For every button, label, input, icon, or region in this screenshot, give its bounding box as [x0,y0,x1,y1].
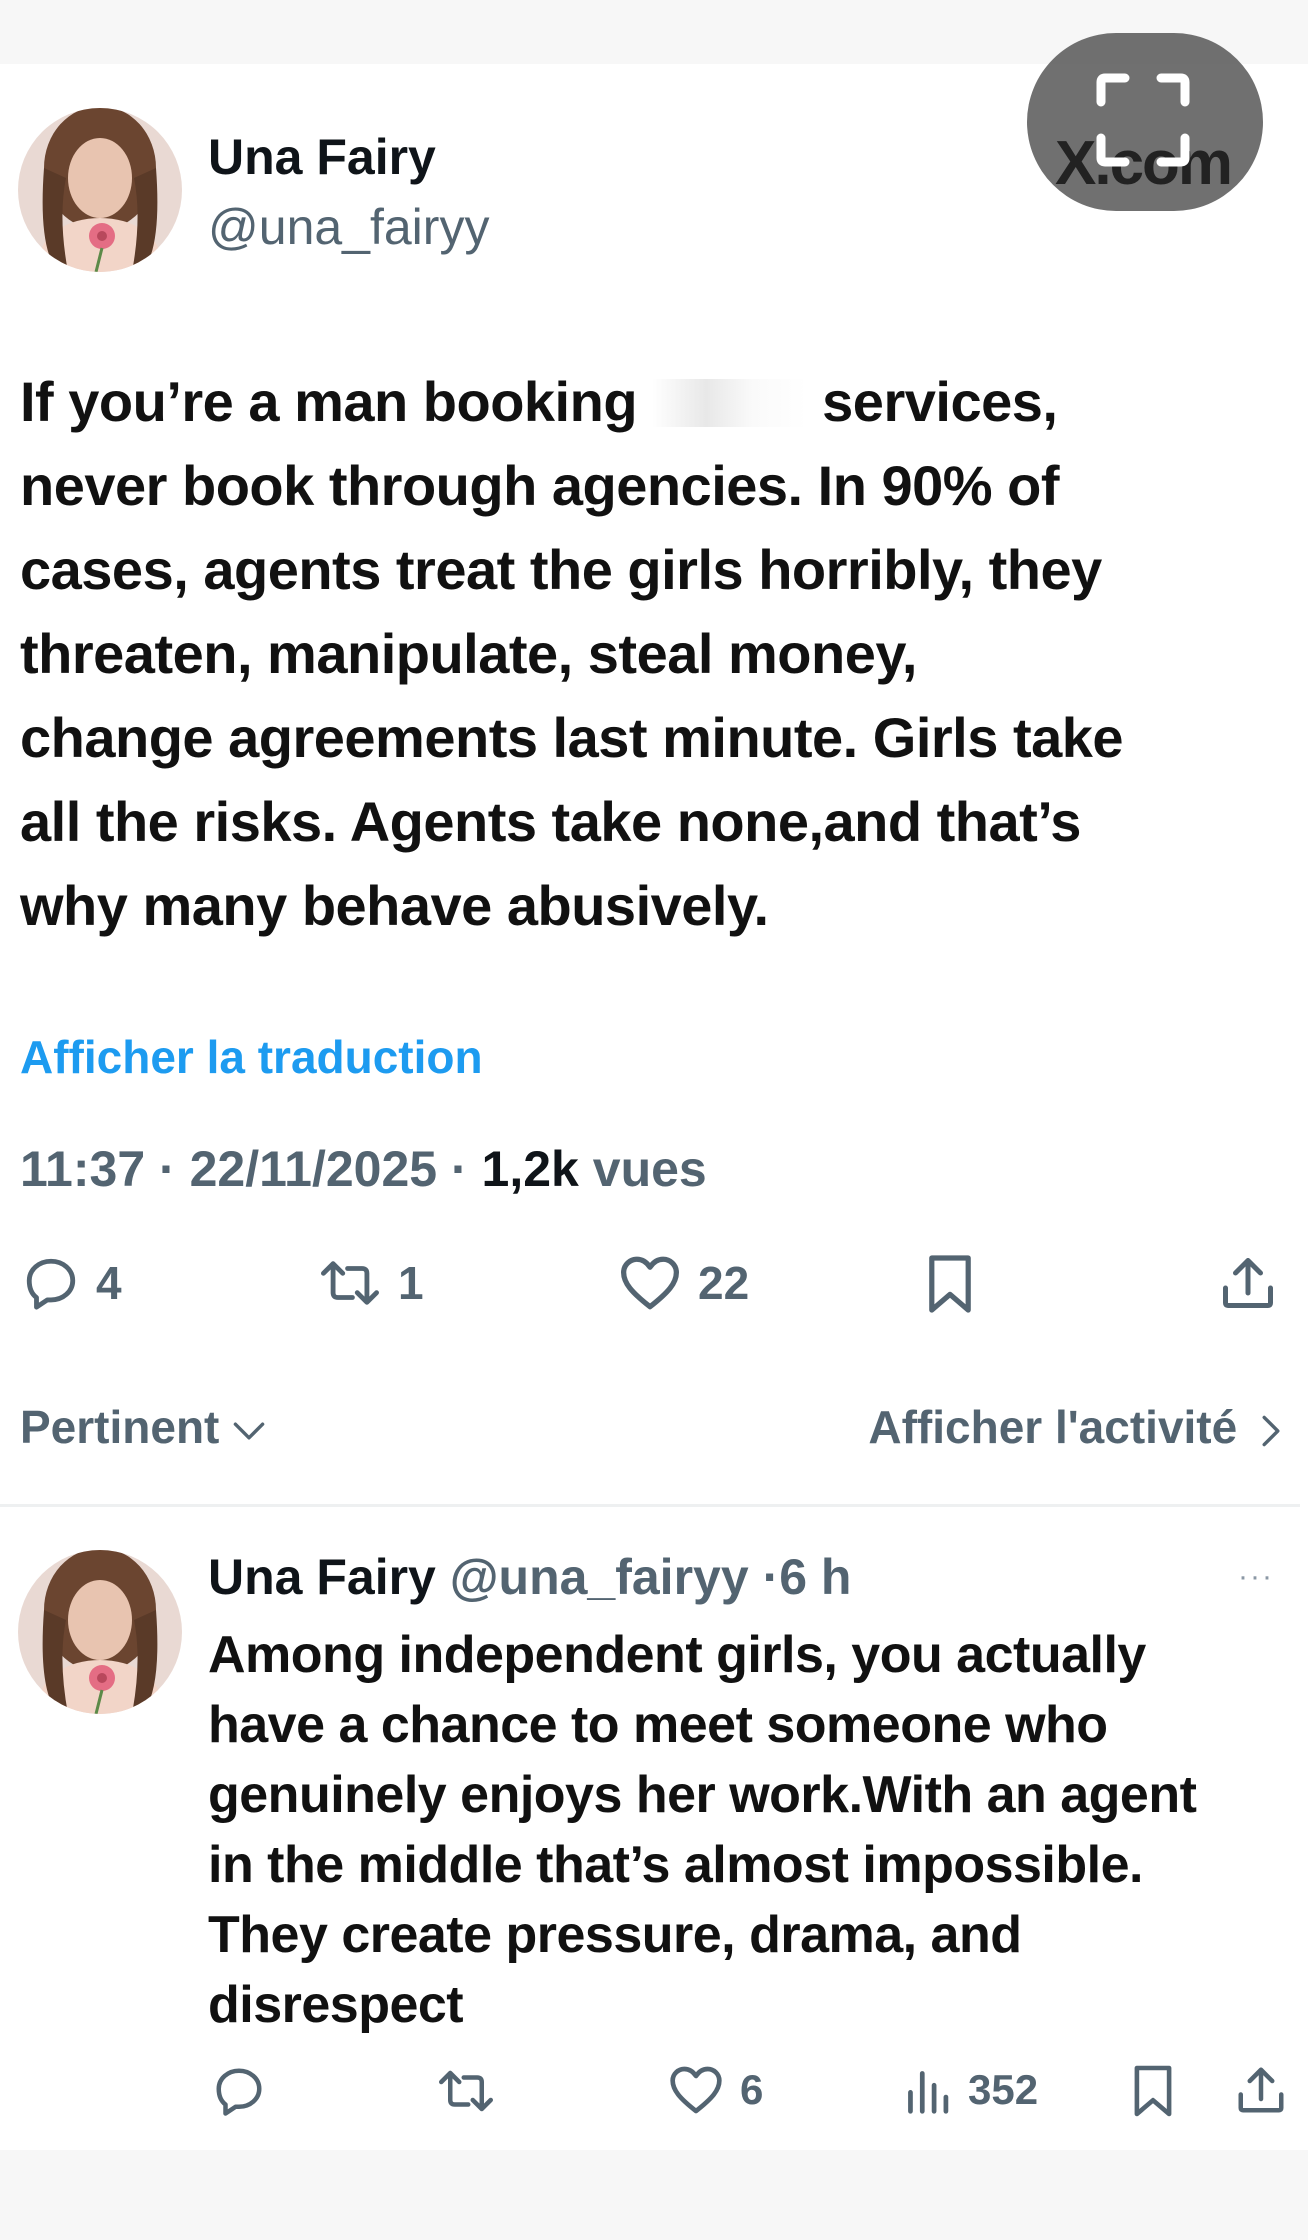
reply-like-count: 6 [740,2066,764,2113]
reply-author-name[interactable]: Una Fairy [208,1549,436,1605]
author-handle[interactable]: @una_fairyy [208,198,489,256]
author-name[interactable]: Una Fairy [208,128,436,186]
comment-icon [216,2068,262,2116]
repost-button[interactable]: 1 [318,1254,424,1312]
reply-line: in the middle that’s almost impossible. [208,1836,1143,1894]
repost-count: 1 [398,1257,424,1309]
reply-button[interactable]: 4 [22,1254,122,1312]
reply-author-handle[interactable]: @una_fairyy [450,1549,749,1605]
tweet-line: change agreements last minute. Girls tak… [20,706,1124,769]
fullscreen-icon[interactable] [1095,72,1191,173]
like-button[interactable]: 22 [618,1254,749,1312]
repost-icon [439,2070,493,2112]
tweet-body: If you’re a man booking services, never … [20,360,1290,948]
sort-dropdown[interactable]: Pertinent [20,1400,266,1454]
chevron-right-icon [1262,1415,1280,1447]
reply-views-count: 352 [968,2066,1039,2113]
tweet-time[interactable]: 11:37 [20,1141,145,1197]
tweet-line-1b: services, [822,370,1058,433]
tweet-line-1a: If you’re a man booking [20,370,638,433]
views-count: 1,2k [481,1141,579,1197]
reply-bookmark-button[interactable] [1130,2062,1176,2120]
share-icon [1223,1258,1273,1308]
reply-views-button[interactable]: 352 [902,2064,1038,2116]
separator: · [450,1141,482,1197]
reply-age[interactable]: 6 h [779,1549,851,1605]
show-activity-link[interactable]: Afficher l'activité [868,1400,1282,1454]
separator: · [762,1549,780,1605]
separator: · [159,1141,190,1197]
bookmark-icon [1134,2065,1172,2117]
avatar[interactable] [18,108,182,272]
reply-line: Among independent girls, you actually [208,1626,1146,1684]
tweet-line: cases, agents treat the girls horribly, … [20,538,1102,601]
show-translation-link[interactable]: Afficher la traduction [20,1030,483,1084]
tweet-line: threaten, manipulate, steal money, [20,622,917,685]
reply-repost-button[interactable] [436,2064,496,2118]
tweet-line: never book through agencies. In 90% of [20,454,1059,517]
chevron-down-icon [233,1422,265,1440]
views-label: vues [592,1141,707,1197]
reply-header: Una Fairy @una_fairyy ·6 h [208,1548,851,1606]
tweet-line: If you’re a man booking services, [20,360,1290,444]
reply-body: Among independent girls, you actually ha… [208,1620,1288,2040]
heart-icon [621,1256,679,1310]
share-button[interactable] [1218,1252,1278,1314]
comment-icon [26,1258,76,1310]
reply-line: They create pressure, drama, and [208,1906,1022,1964]
reply-line: genuinely enjoys her work.With an agent [208,1766,1197,1824]
bookmark-icon [929,1255,971,1313]
reply-line: have a chance to meet someone who [208,1696,1108,1754]
redacted-word [652,379,808,427]
tweet-line: why many behave abusively. [20,874,769,937]
tweet-meta: 11:37 · 22/11/2025 · 1,2k vues [20,1140,707,1198]
reply-share-button[interactable] [1234,2062,1288,2118]
heart-icon [670,2066,722,2114]
reply-like-button[interactable]: 6 [668,2064,763,2116]
reply-line: disrespect [208,1976,464,2034]
share-icon [1238,2067,1284,2113]
bookmark-button[interactable] [924,1252,976,1316]
views-icon [908,2071,949,2114]
tweet-date[interactable]: 22/11/2025 [190,1141,438,1197]
repost-icon [320,1261,379,1305]
bottom-band [0,2150,1308,2240]
reply-avatar[interactable] [18,1550,182,1714]
sort-label: Pertinent [20,1401,220,1453]
divider [0,1504,1300,1507]
show-activity-label: Afficher l'activité [868,1401,1238,1453]
tweet-line: all the risks. Agents take none,and that… [20,790,1081,853]
reply-count: 4 [96,1257,122,1309]
like-count: 22 [698,1257,750,1309]
more-options-icon[interactable]: ··· [1238,1560,1274,1594]
reply-reply-button[interactable] [212,2064,266,2118]
